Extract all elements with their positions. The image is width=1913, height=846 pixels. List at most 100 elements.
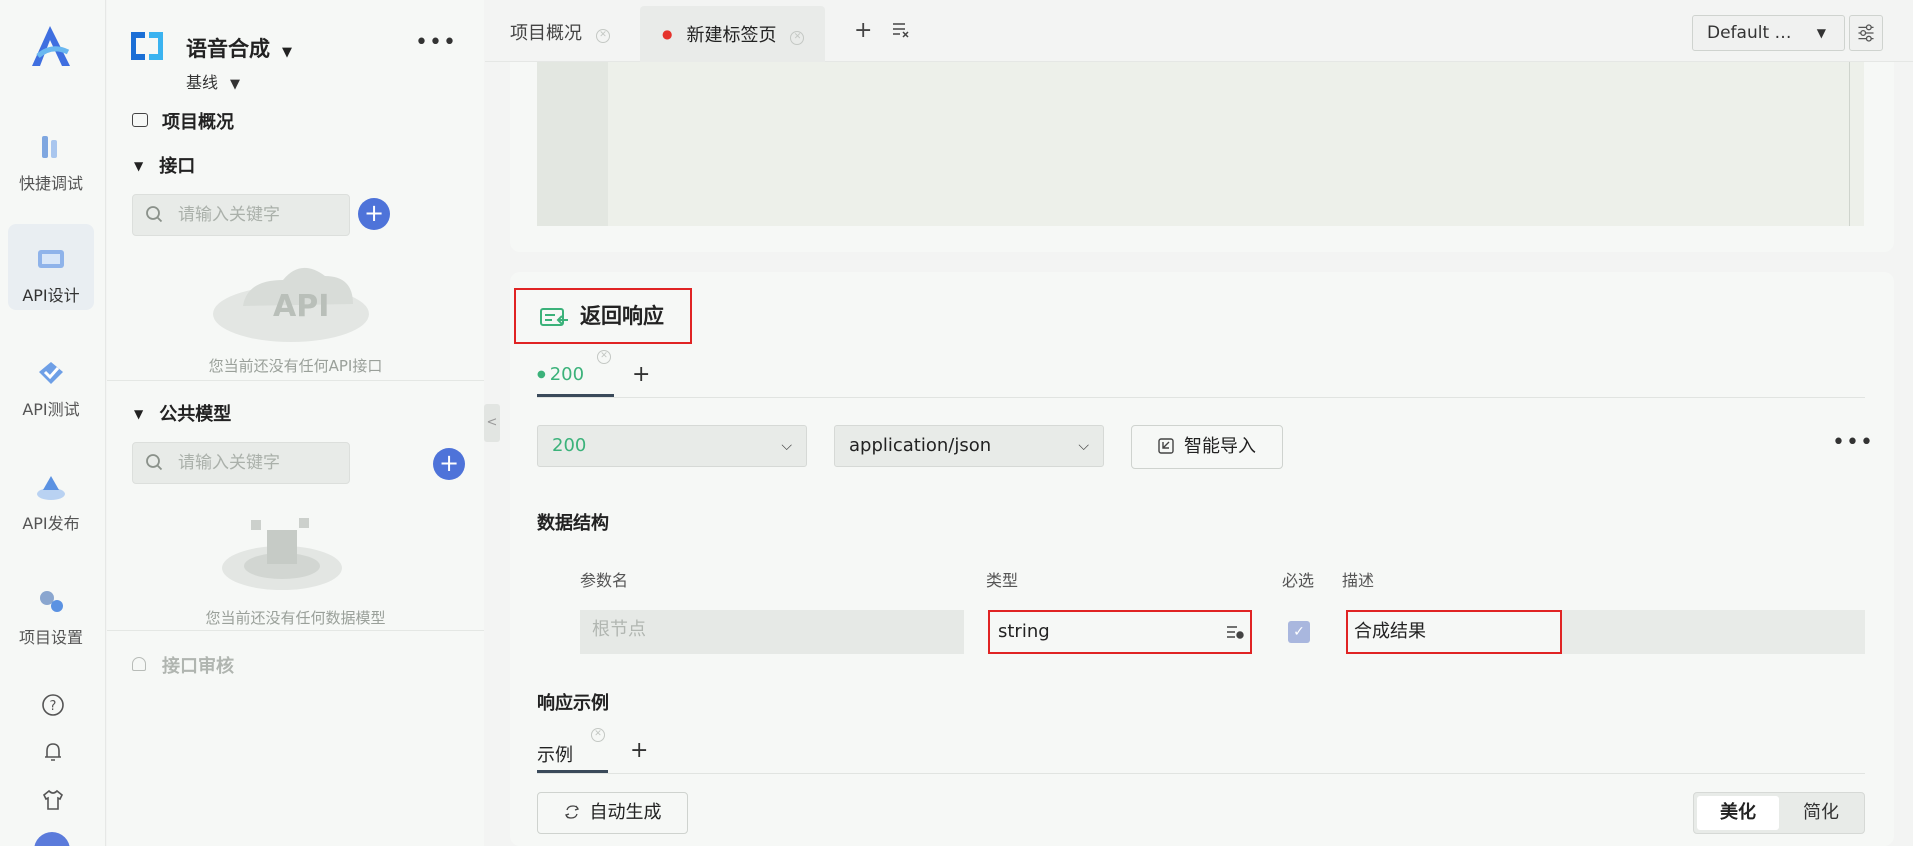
smart-import-label: 智能导入 xyxy=(1184,436,1256,457)
sidebar-item-overview[interactable]: 项目概况 xyxy=(132,108,234,134)
environment-select[interactable]: Default … ▼ xyxy=(1692,15,1845,51)
environment-settings-icon[interactable] xyxy=(1849,15,1883,51)
add-status-tab-icon[interactable]: + xyxy=(632,362,650,387)
collapse-sidebar-handle[interactable]: < xyxy=(484,404,500,442)
more-icon[interactable]: ••• xyxy=(415,30,457,55)
api-test-icon xyxy=(39,362,63,384)
api-design-icon xyxy=(38,250,64,268)
add-example-icon[interactable]: + xyxy=(630,738,648,763)
editor-ruler xyxy=(1849,62,1850,226)
close-icon[interactable]: ✕ xyxy=(596,29,610,43)
rail-item-label: API测试 xyxy=(22,400,80,419)
branch-name: 基线 xyxy=(186,73,219,92)
example-tab-label: 示例 xyxy=(537,745,573,766)
section-models-toggle[interactable]: ▼ 公共模型 xyxy=(134,400,231,426)
status-tab-200[interactable]: ● 200 xyxy=(537,364,584,385)
status-dot-icon: ● xyxy=(537,369,546,380)
api-publish-icon xyxy=(37,476,65,500)
auto-generate-button[interactable]: 自动生成 xyxy=(537,792,688,834)
more-options-icon[interactable]: ••• xyxy=(1832,430,1874,455)
sidebar-item-audit[interactable]: 接口审核 xyxy=(132,652,234,678)
example-tab[interactable]: 示例 xyxy=(537,741,573,767)
model-search-input[interactable]: 请输入关键字 xyxy=(132,442,350,484)
project-logo-icon xyxy=(131,32,163,60)
bell-icon[interactable] xyxy=(40,739,66,765)
status-code-value: 200 xyxy=(552,435,587,456)
status-tab-label: 200 xyxy=(549,364,585,385)
response-icon xyxy=(540,308,568,326)
data-structure-label: 数据结构 xyxy=(537,513,609,534)
auto-generate-label: 自动生成 xyxy=(589,802,662,823)
format-toggle: 美化 简化 xyxy=(1693,792,1865,834)
description-field[interactable]: 合成结果 xyxy=(1346,610,1562,654)
rail-item-api-publish[interactable]: API发布 xyxy=(8,452,94,538)
response-example-label: 响应示例 xyxy=(537,693,609,714)
smart-import-button[interactable]: 智能导入 xyxy=(1131,425,1283,469)
rail-item-label: API发布 xyxy=(22,514,80,533)
code-editor[interactable] xyxy=(537,62,1864,226)
caret-down-icon: ▼ xyxy=(230,77,241,92)
empty-model-illustration xyxy=(222,518,342,590)
divider xyxy=(107,630,484,631)
rail-item-project-settings[interactable]: 项目设置 xyxy=(8,566,94,652)
help-icon[interactable]: ? xyxy=(40,692,66,718)
branch-dropdown[interactable]: 基线 ▼ xyxy=(186,69,240,93)
add-model-button[interactable]: + xyxy=(433,448,465,480)
type-field[interactable]: string xyxy=(988,610,1252,654)
svg-text:API: API xyxy=(273,289,329,324)
column-header-required: 必选 xyxy=(1282,571,1315,590)
beautify-option[interactable]: 美化 xyxy=(1697,796,1779,830)
content-type-select[interactable]: application/json ⌵ xyxy=(834,425,1104,467)
param-name-placeholder: 根节点 xyxy=(592,619,646,640)
add-api-button[interactable]: + xyxy=(358,198,390,230)
rail-item-api-test[interactable]: API测试 xyxy=(8,338,94,424)
caret-down-icon: ▼ xyxy=(282,45,292,60)
refresh-icon xyxy=(564,805,579,819)
close-icon[interactable]: ✕ xyxy=(597,350,611,364)
environment-value: Default … xyxy=(1707,23,1792,43)
project-name: 语音合成 xyxy=(186,37,270,61)
required-checkbox[interactable]: ✓ xyxy=(1288,621,1310,643)
empty-model-text: 您当前还没有任何数据模型 xyxy=(205,609,386,627)
add-tab-icon[interactable]: + xyxy=(854,18,872,43)
simplify-option[interactable]: 简化 xyxy=(1780,796,1862,830)
rail-item-api-design[interactable]: API设计 xyxy=(8,224,94,310)
stamp-icon xyxy=(132,657,146,671)
type-settings-icon[interactable] xyxy=(1226,624,1244,640)
section-api-toggle[interactable]: ▼ 接口 xyxy=(134,152,195,178)
status-code-select[interactable]: 200 ⌵ xyxy=(537,425,807,467)
tab-new-tab[interactable]: ● 新建标签页 ✕ xyxy=(640,6,825,62)
avatar[interactable] xyxy=(34,832,70,846)
api-search-input[interactable]: 请输入关键字 xyxy=(132,194,350,236)
response-title-text: 返回响应 xyxy=(580,304,664,328)
close-all-tabs-icon[interactable] xyxy=(891,20,911,40)
theme-shirt-icon[interactable] xyxy=(40,787,66,813)
column-header-description: 描述 xyxy=(1342,571,1375,590)
rail-item-label: 项目设置 xyxy=(18,628,83,647)
param-name-input[interactable]: 根节点 xyxy=(580,610,964,654)
editor-gutter xyxy=(537,62,608,226)
content-type-value: application/json xyxy=(849,435,992,456)
rail-item-label: API设计 xyxy=(22,286,80,305)
divider xyxy=(537,397,1865,398)
triangle-down-icon: ▼ xyxy=(134,159,144,173)
search-placeholder: 请输入关键字 xyxy=(178,453,280,473)
sidebar-item-label: 项目概况 xyxy=(162,112,234,133)
column-header-name: 参数名 xyxy=(580,571,629,590)
divider xyxy=(107,380,484,381)
overview-icon xyxy=(132,113,148,127)
close-example-tab[interactable]: ✕ xyxy=(591,722,605,743)
sidebar: 语音合成 ▼ 基线 ▼ ••• 项目概况 ▼ 接口 请输入关键字 + API 您当前还… xyxy=(107,0,484,846)
rail-item-quick-debug[interactable]: 快捷调试 xyxy=(8,112,94,198)
tab-project-overview[interactable]: 项目概况 ✕ xyxy=(510,6,622,62)
close-status-tab[interactable]: ✕ xyxy=(597,344,611,365)
sidebar-item-label: 接口审核 xyxy=(162,656,234,677)
close-icon[interactable]: ✕ xyxy=(790,31,805,45)
close-icon[interactable]: ✕ xyxy=(591,728,605,742)
project-name-dropdown[interactable]: 语音合成 ▼ xyxy=(186,33,292,63)
divider xyxy=(537,773,1865,774)
empty-api-illustration: API xyxy=(213,267,369,342)
quick-debug-icon xyxy=(42,136,57,158)
chevron-down-icon: ⌵ xyxy=(1078,438,1089,454)
svg-text:?: ? xyxy=(50,699,57,714)
